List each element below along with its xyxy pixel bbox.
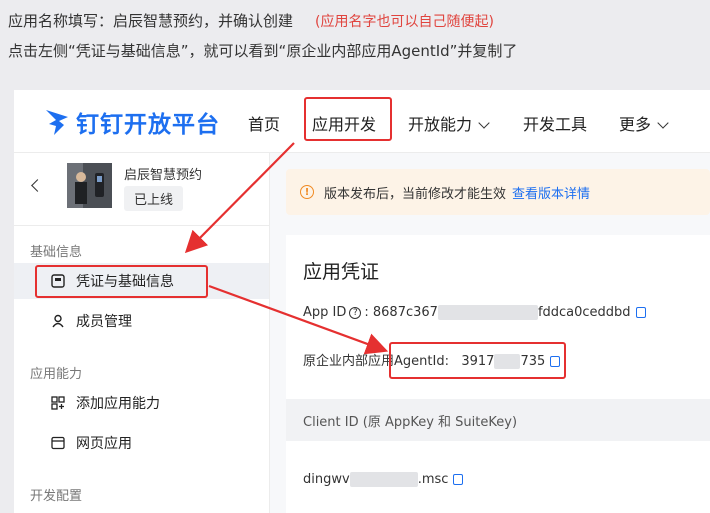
redacted-mask: xx [494,354,521,369]
app-header: 启辰智慧预约 已上线 [14,153,269,226]
sidebar-item-members[interactable]: 成员管理 [14,303,269,339]
app-id-label: App ID [303,305,347,320]
copy-icon[interactable] [453,474,464,485]
credentials-title: 应用凭证 [303,261,380,283]
app-screenshot: 钉钉开放平台 首页 应用开发 开放能力 开发工具 更多 启辰智慧预约 已上线 基… [14,90,710,513]
sidebar-item-label: 添加应用能力 [76,396,160,412]
app-id-row: App ID?: 8687c367xxfddca0ceddbd [303,305,646,320]
group-basic-info: 基础信息 [30,245,83,260]
agent-id-label: 原企业内部应用AgentId: [303,354,449,369]
agent-id-value-end: 735 [520,354,546,369]
sidebar-item-label: 网页应用 [76,436,132,452]
sidebar-item-credentials[interactable]: 凭证与基础信息 [14,263,269,299]
copy-icon[interactable] [550,356,561,367]
group-app-ability: 应用能力 [30,367,83,382]
chevron-down-icon [478,117,490,129]
client-id-row: dingwvxx.msc [303,472,464,487]
app-id-value-end: fddca0ceddbd [537,305,631,320]
version-details-link[interactable]: 查看版本详情 [512,183,590,202]
nav-app-dev[interactable]: 应用开发 [312,111,376,135]
nav-open-ability[interactable]: 开放能力 [408,111,490,135]
nav-more-label: 更多 [619,115,652,134]
app-thumbnail [67,163,112,208]
brand-logo[interactable]: 钉钉开放平台 [44,105,220,139]
agent-id-value-start: 3917 [461,354,495,369]
credential-icon [51,274,65,288]
sidebar: 启辰智慧预约 已上线 基础信息 凭证与基础信息 成员管理 应用能力 添加应用能力… [14,153,270,513]
status-badge: 已上线 [124,186,184,211]
nav-more[interactable]: 更多 [619,111,669,135]
sidebar-item-label: 成员管理 [76,314,132,330]
sidebar-item-add-ability[interactable]: 添加应用能力 [14,385,269,421]
notice-banner: ! 版本发布后，当前修改才能生效 查看版本详情 [286,169,710,215]
app-name: 启辰智慧预约 [124,168,203,183]
brand-name: 钉钉开放平台 [76,112,220,138]
credentials-card: 应用凭证 App ID?: 8687c367xxfddca0ceddbd 原企业… [286,235,710,513]
notice-text: 版本发布后，当前修改才能生效 [324,186,507,202]
instruction-note: (应用名字也可以自己随便起) [315,14,494,30]
browser-window-icon [51,436,65,450]
client-id-value-end: .msc [417,472,449,487]
back-chevron-icon[interactable] [31,179,44,192]
nav-dev-tools[interactable]: 开发工具 [523,111,587,135]
agent-id-row: 原企业内部应用AgentId: 3917xx735 [303,350,561,369]
nav-home[interactable]: 首页 [248,111,280,135]
sidebar-item-web-app[interactable]: 网页应用 [14,425,269,461]
main-content: ! 版本发布后，当前修改才能生效 查看版本详情 应用凭证 App ID?: 86… [270,153,710,513]
instruction-text: 应用名称填写：启辰智慧预约，并确认创建 [8,12,294,30]
app-id-value-start: 8687c367 [372,305,438,320]
sidebar-item-label: 凭证与基础信息 [76,274,174,290]
instruction-line-1: 应用名称填写：启辰智慧预约，并确认创建 (应用名字也可以自己随便起) [8,10,494,31]
redacted-mask: xx [437,305,538,320]
group-dev-config: 开发配置 [30,489,83,504]
nav-open-ability-label: 开放能力 [408,115,473,134]
grid-plus-icon [51,396,65,410]
client-id-value-start: dingwv [303,472,350,487]
client-id-header: Client ID (原 AppKey 和 SuiteKey) [286,399,710,441]
app-thumbnail-image [67,163,112,208]
copy-icon[interactable] [635,307,646,318]
user-icon [52,314,64,328]
help-icon[interactable]: ? [349,307,362,319]
redacted-mask: xx [349,472,418,487]
top-navigation: 钉钉开放平台 首页 应用开发 开放能力 开发工具 更多 [14,90,710,153]
instruction-line-2: 点击左侧“凭证与基础信息”，就可以看到“原企业内部应用AgentId”并复制了 [8,42,518,60]
dingtalk-logo-icon [46,110,68,135]
warning-icon: ! [300,185,314,199]
chevron-down-icon [657,117,669,129]
